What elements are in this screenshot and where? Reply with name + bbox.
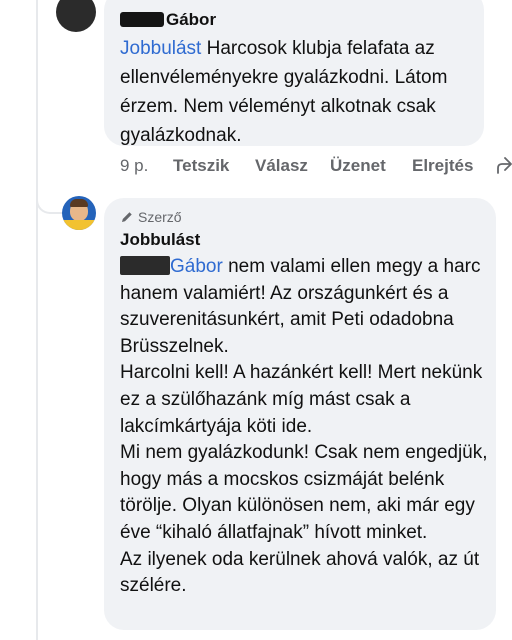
- comment-text: Jobbulást Harcosok klubja felafata az el…: [120, 38, 448, 146]
- paragraph: Az ilyenek oda kerülnek ahová valók, az …: [120, 548, 480, 597]
- comment-author[interactable]: Gábor: [120, 10, 216, 30]
- thread-line: [36, 0, 38, 640]
- mention-link[interactable]: Jobbulást: [120, 38, 201, 59]
- comment-time[interactable]: 9 p.: [120, 156, 148, 176]
- mention-link[interactable]: Gábor: [170, 256, 223, 277]
- paragraph: Mi nem gyalázkodunk! Csak nem engedjük, …: [120, 442, 488, 543]
- author-badge: Szerző: [120, 209, 182, 225]
- pencil-icon: [122, 212, 132, 222]
- message-button[interactable]: Üzenet: [330, 156, 386, 176]
- paragraph: Gábor nem valami ellen megy a harc hanem…: [120, 256, 481, 357]
- paragraph: Harcolni kell! A hazánkért kell! Mert ne…: [120, 362, 483, 437]
- comment-text: Gábor nem valami ellen megy a harc hanem…: [120, 254, 490, 600]
- comment-author[interactable]: Jobbulást: [120, 230, 200, 250]
- like-button[interactable]: Tetszik: [173, 156, 229, 176]
- hide-button[interactable]: Elrejtés: [412, 156, 473, 176]
- redacted-name: [120, 256, 170, 275]
- redacted-name: [120, 12, 164, 27]
- avatar[interactable]: [62, 196, 96, 230]
- share-icon[interactable]: [496, 155, 512, 175]
- reply-button[interactable]: Válasz: [255, 156, 308, 176]
- avatar[interactable]: [56, 0, 96, 32]
